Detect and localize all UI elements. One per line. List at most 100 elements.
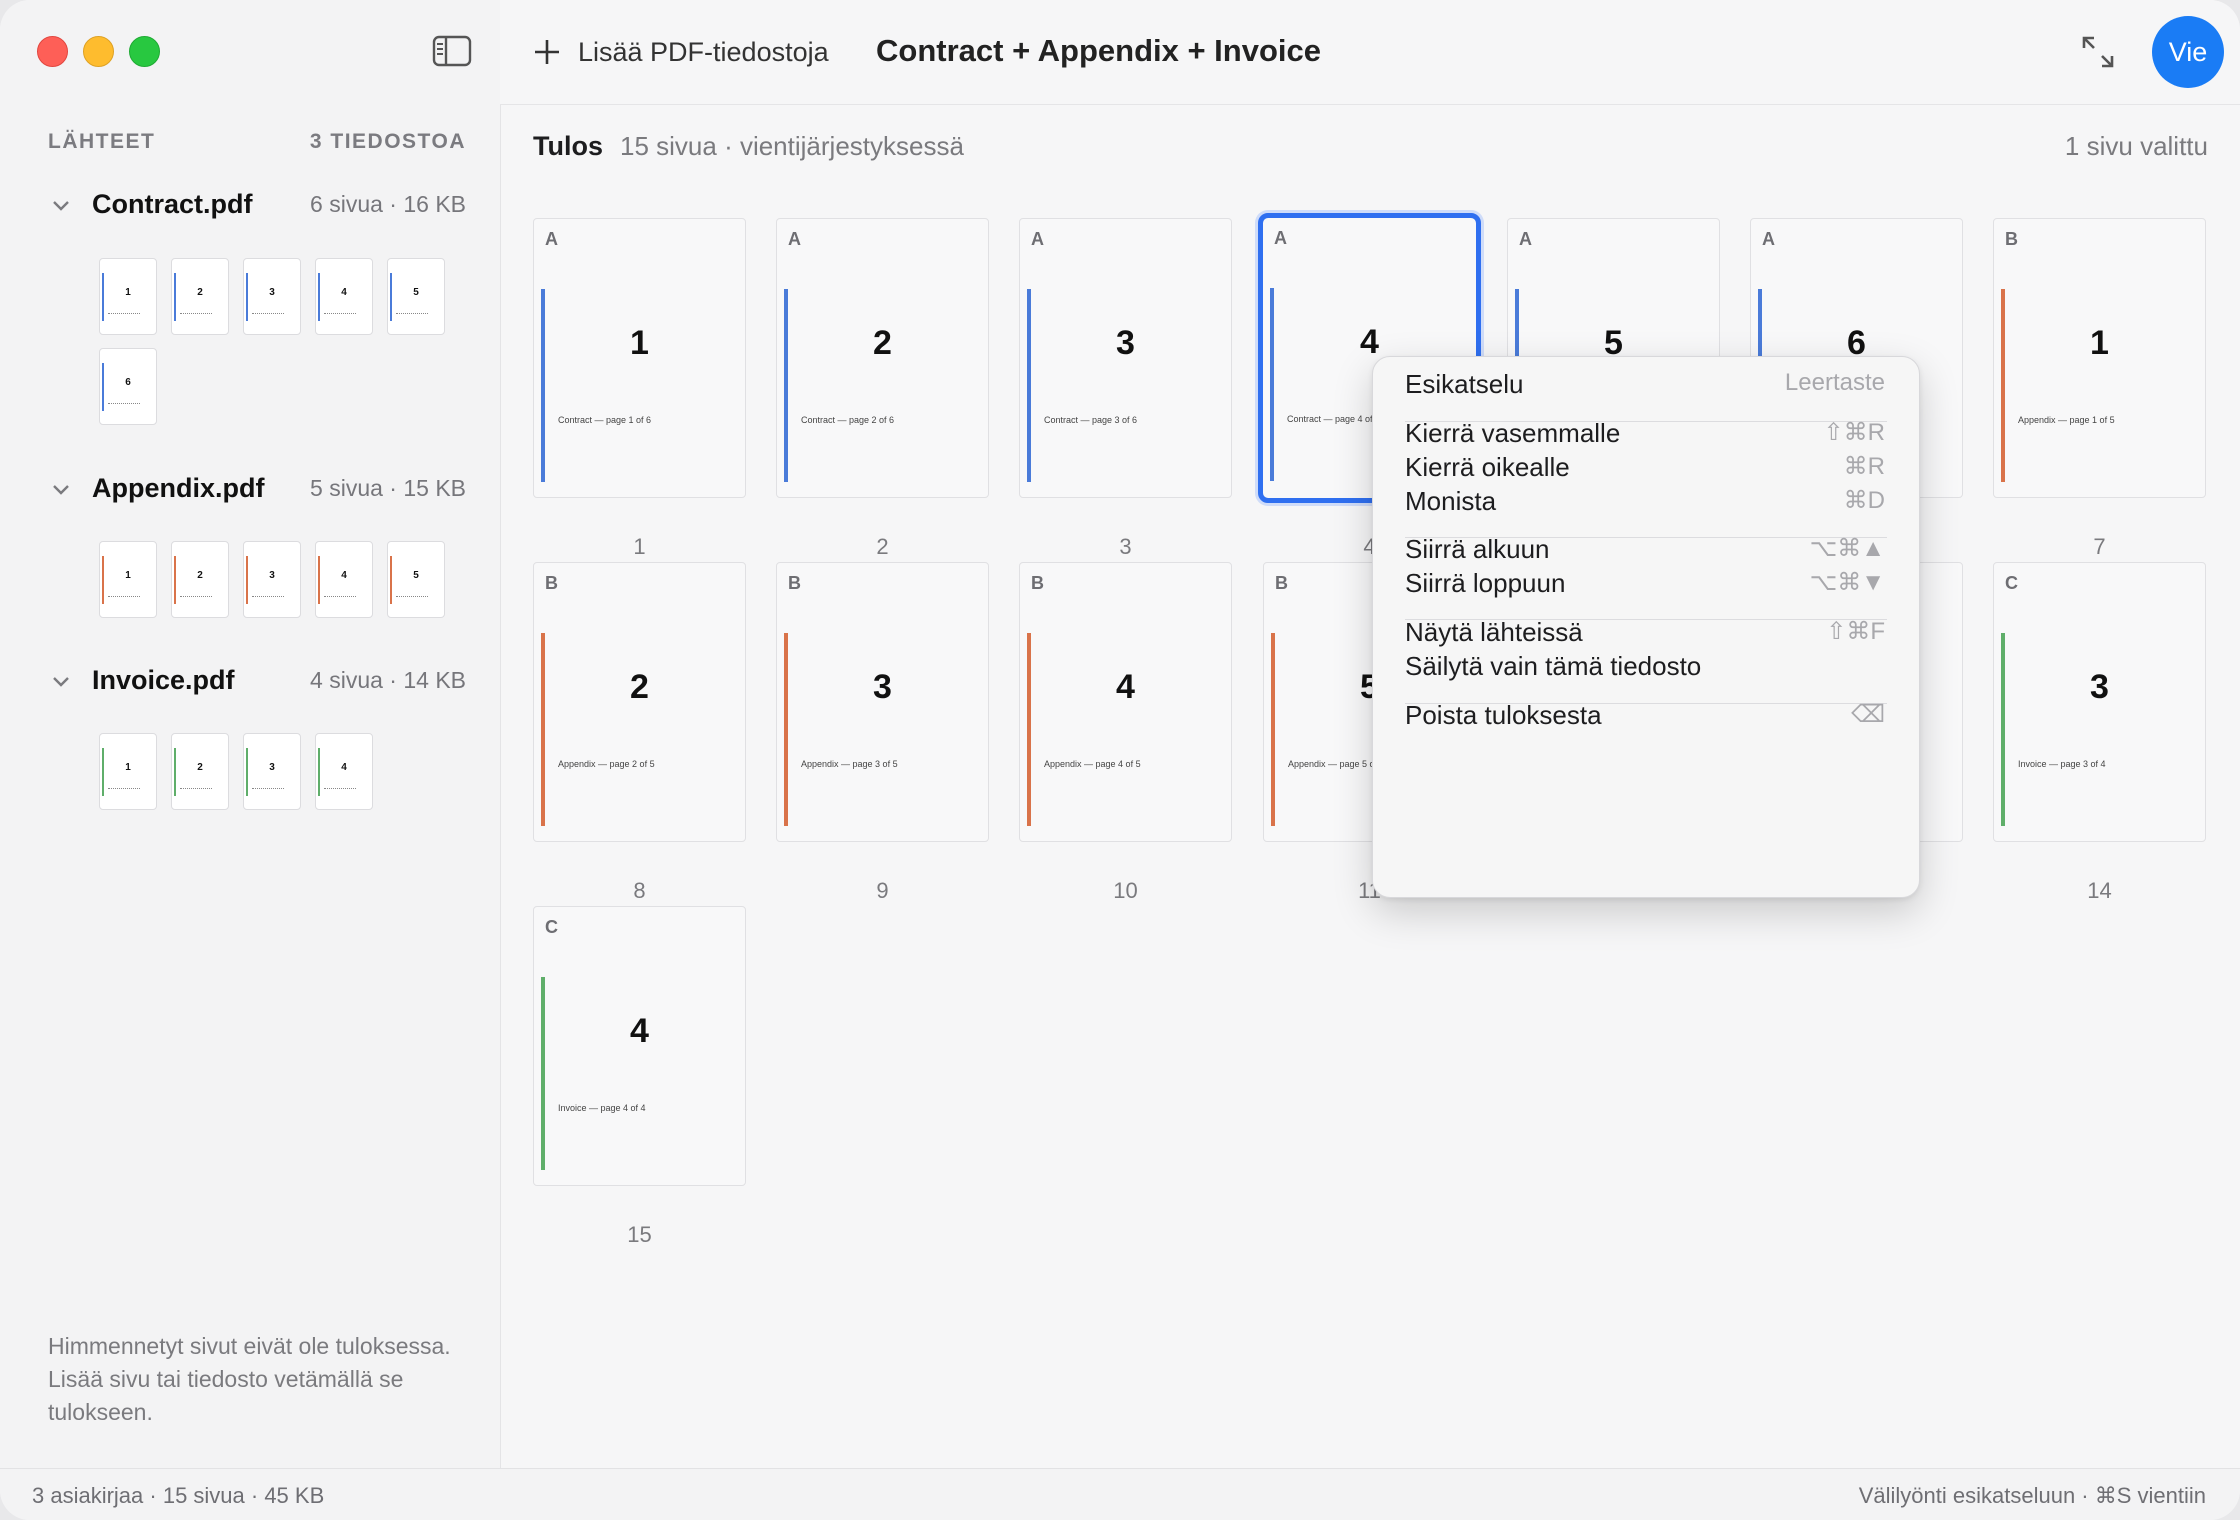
text-line bbox=[252, 788, 284, 791]
menu-item-shortcut: ⌘R bbox=[1843, 453, 1885, 480]
page-number: 3 bbox=[873, 668, 892, 706]
source-tag: A bbox=[1762, 229, 1775, 249]
result-page-thumbnail[interactable]: A 3 Contract — page 3 of 6 bbox=[1019, 218, 1232, 498]
close-window-button[interactable] bbox=[37, 36, 68, 67]
menu-item-label: Siirrä alkuun bbox=[1405, 534, 1550, 564]
source-tag: B bbox=[1031, 573, 1044, 593]
source-color-bar bbox=[541, 289, 545, 482]
page-number: 1 bbox=[2090, 324, 2109, 362]
text-line bbox=[396, 313, 428, 316]
source-page-thumbnail[interactable]: 1 bbox=[99, 541, 157, 618]
minimize-window-button[interactable] bbox=[83, 36, 114, 67]
result-page-thumbnail[interactable]: B 4 Appendix — page 4 of 5 bbox=[1019, 562, 1232, 842]
menu-item-shortcut: ⌥⌘▲ bbox=[1809, 535, 1885, 562]
page-number: 3 bbox=[2090, 668, 2109, 706]
source-page-thumbnail[interactable]: 3 bbox=[243, 541, 301, 618]
source-page-number: 4 bbox=[341, 287, 347, 298]
page-caption: Contract — page 4 of 6 bbox=[1287, 414, 1381, 424]
source-file-meta: 6 sivua · 16 KB bbox=[310, 191, 466, 217]
text-line bbox=[108, 313, 140, 316]
page-number: 4 bbox=[630, 1012, 649, 1050]
result-page-thumbnail[interactable]: B 3 Appendix — page 3 of 5 bbox=[776, 562, 989, 842]
result-page-thumbnail[interactable]: B 1 Appendix — page 1 of 5 bbox=[1993, 218, 2206, 498]
text-line bbox=[180, 596, 212, 599]
text-line bbox=[180, 788, 212, 791]
source-page-thumbnail[interactable]: 2 bbox=[171, 258, 229, 335]
chevron-down-icon[interactable] bbox=[50, 478, 72, 500]
menu-item-move-to-end[interactable]: Siirrä loppuun ⌥⌘▼ bbox=[1405, 568, 1885, 608]
page-index-label: 7 bbox=[2093, 534, 2106, 559]
source-page-thumbnail[interactable]: 2 bbox=[171, 733, 229, 810]
source-file-meta: 5 sivua · 15 KB bbox=[310, 475, 466, 501]
plus-icon bbox=[535, 40, 559, 64]
menu-item-label: Siirrä loppuun bbox=[1405, 568, 1566, 598]
source-page-thumbnail[interactable]: 4 bbox=[315, 733, 373, 810]
status-hint: Välilyönti esikatseluun · ⌘S vientiin bbox=[1858, 1483, 2206, 1508]
page-caption: Contract — page 3 of 6 bbox=[1044, 415, 1138, 425]
menu-item-label: Poista tuloksesta bbox=[1405, 700, 1602, 730]
page-caption: Appendix — page 3 of 5 bbox=[801, 759, 898, 769]
chevron-down-icon[interactable] bbox=[50, 670, 72, 692]
source-page-number: 5 bbox=[413, 287, 419, 298]
page-index-label: 2 bbox=[876, 534, 889, 559]
result-title: Tulos bbox=[533, 131, 603, 161]
source-page-number: 5 bbox=[413, 570, 419, 581]
source-page-thumbnail[interactable]: 4 bbox=[315, 258, 373, 335]
source-page-thumbnail[interactable]: 4 bbox=[315, 541, 373, 618]
source-page-thumbnail[interactable]: 3 bbox=[243, 733, 301, 810]
source-color-bar bbox=[541, 633, 545, 826]
source-page-thumbnail[interactable]: 2 bbox=[171, 541, 229, 618]
source-color-bar bbox=[1271, 633, 1275, 826]
sidebar-hint: Himmennetyt sivut eivät ole tuloksessa. … bbox=[48, 1333, 451, 1425]
source-file-name[interactable]: Invoice.pdf bbox=[92, 665, 235, 696]
source-file-name[interactable]: Contract.pdf bbox=[92, 189, 252, 220]
text-line bbox=[108, 596, 140, 599]
result-page-thumbnail[interactable]: C 3 Invoice — page 3 of 4 bbox=[1993, 562, 2206, 842]
menu-item-label: Kierrä vasemmalle bbox=[1405, 418, 1621, 448]
menu-item-preview[interactable]: Esikatselu Leertaste bbox=[1405, 369, 1885, 409]
page-number: 3 bbox=[1116, 324, 1135, 362]
source-page-thumbnail[interactable]: 3 bbox=[243, 258, 301, 335]
menu-item-label: Esikatselu bbox=[1405, 369, 1524, 399]
sidebar-toggle-icon[interactable] bbox=[432, 35, 472, 67]
source-page-number: 4 bbox=[341, 570, 347, 581]
source-color-bar bbox=[2001, 633, 2005, 826]
source-page-thumbnail[interactable]: 1 bbox=[99, 258, 157, 335]
page-caption: Appendix — page 5 of 5 bbox=[1288, 759, 1385, 769]
source-page-number: 3 bbox=[269, 287, 275, 298]
page-number: 4 bbox=[1116, 668, 1135, 706]
result-page-thumbnail[interactable]: B 2 Appendix — page 2 of 5 bbox=[533, 562, 746, 842]
export-button[interactable]: Vie bbox=[2152, 16, 2224, 88]
result-page-thumbnail[interactable]: A 1 Contract — page 1 of 6 bbox=[533, 218, 746, 498]
source-color-bar bbox=[1270, 288, 1274, 481]
menu-item-keep-only-this-file[interactable]: Säilytä vain tämä tiedosto bbox=[1405, 651, 1885, 691]
menu-item-remove-from-result[interactable]: Poista tuloksesta ⌫ bbox=[1405, 700, 1885, 740]
result-page-thumbnail[interactable]: C 4 Invoice — page 4 of 4 bbox=[533, 906, 746, 1186]
add-pdf-button[interactable]: Lisää PDF-tiedostoja bbox=[532, 30, 829, 74]
menu-item-duplicate[interactable]: Monista ⌘D bbox=[1405, 486, 1885, 526]
source-page-thumbnail[interactable]: 1 bbox=[99, 733, 157, 810]
source-page-number: 2 bbox=[197, 287, 203, 298]
source-page-thumbnail[interactable]: 6 bbox=[99, 348, 157, 425]
source-color-bar bbox=[2001, 289, 2005, 482]
chevron-down-icon[interactable] bbox=[50, 194, 72, 216]
source-tag: C bbox=[545, 917, 558, 937]
page-caption: Invoice — page 4 of 4 bbox=[558, 1103, 646, 1113]
source-page-thumbnail[interactable]: 5 bbox=[387, 258, 445, 335]
page-number: 2 bbox=[630, 668, 649, 706]
source-tag: B bbox=[545, 573, 558, 593]
expand-icon[interactable] bbox=[2080, 34, 2116, 70]
text-line bbox=[252, 596, 284, 599]
menu-item-label: Näytä lähteissä bbox=[1405, 617, 1583, 647]
menu-item-shortcut: ⇧⌘R bbox=[1823, 419, 1885, 446]
sources-heading: LÄHTEET bbox=[48, 130, 156, 153]
zoom-window-button[interactable] bbox=[129, 36, 160, 67]
source-page-thumbnail[interactable]: 5 bbox=[387, 541, 445, 618]
text-line bbox=[396, 596, 428, 599]
source-page-number: 2 bbox=[197, 570, 203, 581]
source-page-number: 2 bbox=[197, 762, 203, 773]
result-page-thumbnail[interactable]: A 2 Contract — page 2 of 6 bbox=[776, 218, 989, 498]
source-tag: C bbox=[2005, 573, 2018, 593]
page-index-label: 14 bbox=[2087, 878, 2112, 903]
source-file-name[interactable]: Appendix.pdf bbox=[92, 473, 264, 504]
